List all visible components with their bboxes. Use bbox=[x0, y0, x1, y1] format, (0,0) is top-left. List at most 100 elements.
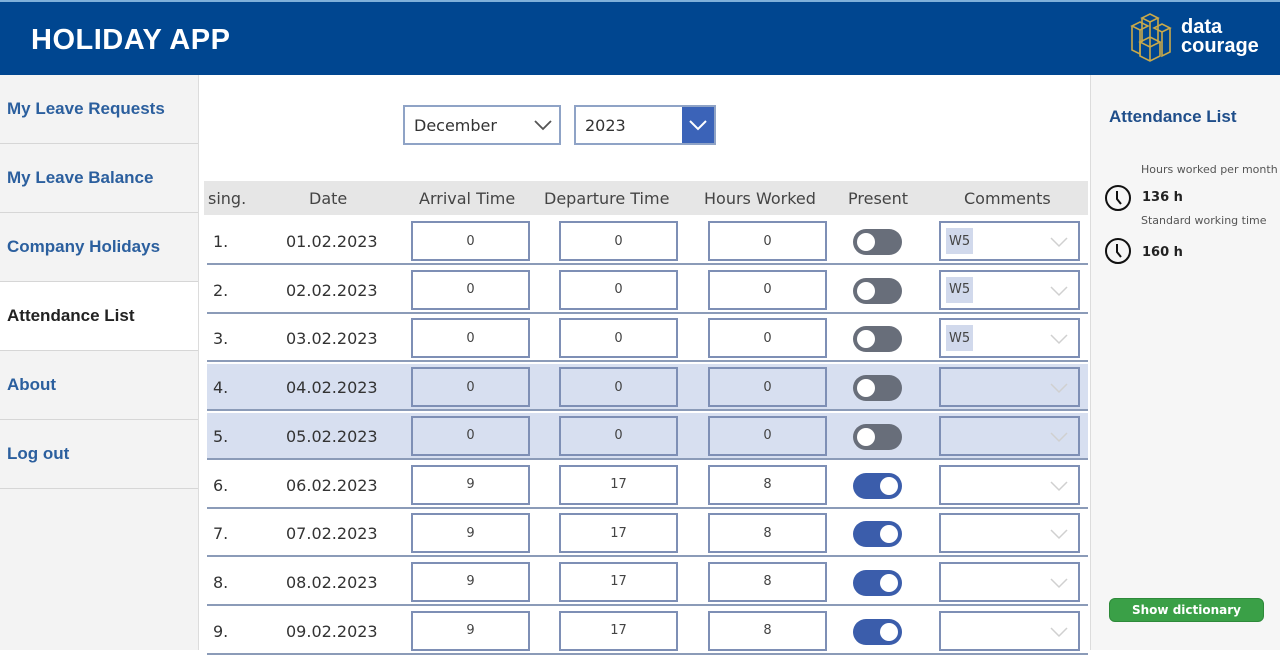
year-value: 2023 bbox=[585, 115, 626, 135]
arrival-time-input[interactable]: 9 bbox=[411, 561, 530, 602]
column-header-sing: sing. bbox=[208, 189, 247, 208]
comments-combobox[interactable] bbox=[939, 415, 1080, 456]
hours-worked-input[interactable]: 8 bbox=[708, 464, 827, 505]
present-toggle[interactable] bbox=[853, 229, 902, 255]
comments-combobox[interactable] bbox=[939, 610, 1080, 651]
toggle-knob bbox=[880, 573, 898, 592]
hours-worked-input[interactable]: 0 bbox=[708, 318, 827, 359]
chevron-down-icon bbox=[1050, 525, 1068, 544]
table-row: 2. 02.02.2023 0 0 0 W5 bbox=[207, 267, 1088, 314]
arrival-time-input[interactable]: 0 bbox=[411, 367, 530, 408]
departure-time-input[interactable]: 0 bbox=[559, 269, 678, 310]
sidebar-item-my-leave-requests[interactable]: My Leave Requests bbox=[0, 75, 198, 144]
sidebar-item-about[interactable]: About bbox=[0, 351, 198, 420]
app-title: HOLIDAY APP bbox=[31, 24, 231, 56]
table-row: 9. 09.02.2023 9 17 8 bbox=[207, 608, 1088, 655]
sidebar-item-my-leave-balance[interactable]: My Leave Balance bbox=[0, 144, 198, 213]
row-date: 03.02.2023 bbox=[286, 329, 378, 349]
comments-combobox[interactable] bbox=[939, 513, 1080, 554]
row-date: 07.02.2023 bbox=[286, 524, 378, 544]
sidebar: My Leave Requests My Leave Balance Compa… bbox=[0, 75, 199, 650]
departure-time-input[interactable]: 0 bbox=[559, 367, 678, 408]
comments-combobox[interactable]: W5 bbox=[939, 269, 1080, 310]
row-number: 5. bbox=[213, 426, 229, 446]
arrival-time-input[interactable]: 9 bbox=[411, 464, 530, 505]
present-toggle[interactable] bbox=[853, 375, 902, 402]
comment-tag[interactable]: W5 bbox=[946, 276, 974, 303]
chevron-down-icon bbox=[1050, 233, 1068, 252]
hours-worked-input[interactable]: 0 bbox=[708, 415, 827, 456]
column-header-departure-time: Departure Time bbox=[544, 189, 670, 208]
data-courage-logo: data courage bbox=[1126, 12, 1276, 66]
present-toggle[interactable] bbox=[853, 521, 902, 548]
arrival-time-input[interactable]: 9 bbox=[411, 610, 530, 651]
row-number: 8. bbox=[213, 572, 229, 592]
departure-time-input[interactable]: 0 bbox=[559, 221, 678, 261]
comments-combobox[interactable] bbox=[939, 561, 1080, 602]
hours-worked-input[interactable]: 8 bbox=[708, 561, 827, 602]
chevron-down-icon bbox=[1050, 428, 1068, 447]
present-toggle[interactable] bbox=[853, 277, 902, 304]
row-date: 05.02.2023 bbox=[286, 426, 378, 446]
row-date: 08.02.2023 bbox=[286, 572, 378, 592]
show-dictionary-button[interactable]: Show dictionary bbox=[1109, 598, 1264, 622]
chevron-down-icon bbox=[527, 107, 559, 143]
comments-combobox[interactable] bbox=[939, 464, 1080, 505]
table-row: 1. 01.02.2023 0 0 0 W5 bbox=[207, 218, 1088, 265]
summary-title: Attendance List bbox=[1109, 107, 1237, 126]
departure-time-input[interactable]: 17 bbox=[559, 610, 678, 651]
column-header-arrival-time: Arrival Time bbox=[419, 189, 516, 208]
arrival-time-input[interactable]: 9 bbox=[411, 513, 530, 554]
table-header: sing. Date Arrival Time Departure Time H… bbox=[204, 181, 1088, 215]
hours-worked-input[interactable]: 8 bbox=[708, 513, 827, 554]
comment-tag[interactable]: W5 bbox=[946, 228, 974, 254]
hours-worked-input[interactable]: 0 bbox=[708, 367, 827, 408]
toggle-knob bbox=[857, 281, 875, 300]
row-number: 6. bbox=[213, 475, 229, 495]
toggle-knob bbox=[857, 330, 875, 349]
departure-time-input[interactable]: 17 bbox=[559, 464, 678, 505]
month-dropdown[interactable]: December bbox=[403, 105, 561, 145]
arrival-time-input[interactable]: 0 bbox=[411, 318, 530, 359]
present-toggle[interactable] bbox=[853, 423, 902, 450]
chevron-down-icon bbox=[682, 107, 714, 143]
comments-combobox[interactable]: W5 bbox=[939, 221, 1080, 261]
chevron-down-icon bbox=[1050, 330, 1068, 349]
chevron-down-icon bbox=[1050, 574, 1068, 593]
comment-tag[interactable]: W5 bbox=[946, 325, 974, 352]
row-number: 4. bbox=[213, 378, 229, 398]
row-date: 09.02.2023 bbox=[286, 621, 378, 641]
arrival-time-input[interactable]: 0 bbox=[411, 221, 530, 261]
sidebar-item-company-holidays[interactable]: Company Holidays bbox=[0, 213, 198, 282]
arrival-time-input[interactable]: 0 bbox=[411, 415, 530, 456]
sidebar-item-log-out[interactable]: Log out bbox=[0, 420, 198, 489]
departure-time-input[interactable]: 0 bbox=[559, 415, 678, 456]
chevron-down-icon bbox=[1050, 379, 1068, 398]
comments-combobox[interactable]: W5 bbox=[939, 318, 1080, 359]
cube-logo-icon bbox=[1130, 13, 1172, 62]
year-dropdown[interactable]: 2023 bbox=[574, 105, 716, 145]
table-row: 8. 08.02.2023 9 17 8 bbox=[207, 559, 1088, 606]
row-number: 1. bbox=[213, 232, 229, 251]
sidebar-item-attendance-list[interactable]: Attendance List bbox=[0, 282, 198, 351]
hours-worked-input[interactable]: 0 bbox=[708, 269, 827, 310]
present-toggle[interactable] bbox=[853, 618, 902, 645]
present-toggle[interactable] bbox=[853, 569, 902, 596]
toggle-knob bbox=[880, 622, 898, 641]
arrival-time-input[interactable]: 0 bbox=[411, 269, 530, 310]
departure-time-input[interactable]: 17 bbox=[559, 513, 678, 554]
hours-worked-input[interactable]: 0 bbox=[708, 221, 827, 261]
logo-text: data courage bbox=[1181, 17, 1259, 56]
row-date: 04.02.2023 bbox=[286, 378, 378, 398]
departure-time-input[interactable]: 0 bbox=[559, 318, 678, 359]
chevron-down-icon bbox=[1050, 282, 1068, 301]
row-date: 01.02.2023 bbox=[286, 232, 378, 251]
present-toggle[interactable] bbox=[853, 326, 902, 353]
table-row: 4. 04.02.2023 0 0 0 bbox=[207, 364, 1088, 412]
summary-panel: Attendance List Hours worked per month 1… bbox=[1090, 75, 1280, 650]
present-toggle[interactable] bbox=[853, 472, 902, 499]
hours-worked-input[interactable]: 8 bbox=[708, 610, 827, 651]
standard-time-value: 160 h bbox=[1142, 245, 1183, 260]
departure-time-input[interactable]: 17 bbox=[559, 561, 678, 602]
comments-combobox[interactable] bbox=[939, 367, 1080, 408]
